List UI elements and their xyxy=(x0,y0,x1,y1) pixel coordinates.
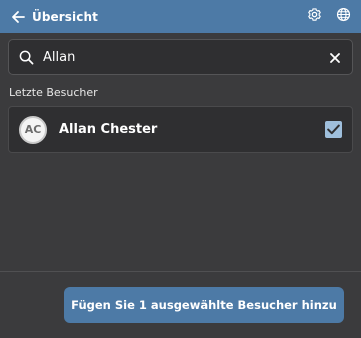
arrow-left-icon xyxy=(11,10,25,24)
close-icon xyxy=(330,48,340,67)
clear-search-button[interactable] xyxy=(328,50,342,64)
footer-divider xyxy=(0,271,361,272)
header-actions xyxy=(306,7,351,26)
visitor-select-checkbox[interactable] xyxy=(325,121,342,138)
search-field[interactable] xyxy=(8,39,353,75)
visitor-name: Allan Chester xyxy=(59,122,158,137)
recent-visitors-heading: Letzte Besucher xyxy=(9,86,98,99)
visitor-list-item[interactable]: AC Allan Chester xyxy=(8,106,353,153)
search-input[interactable] xyxy=(43,47,328,67)
visitor-picker-panel: Übersicht Allan Letzte Besucher AC Allan… xyxy=(0,0,361,338)
back-button-label: Übersicht xyxy=(32,9,98,24)
language-button[interactable] xyxy=(335,7,351,26)
header-bar: Übersicht xyxy=(0,0,361,33)
globe-icon xyxy=(336,7,351,26)
checkmark-icon xyxy=(327,120,340,139)
add-selected-visitors-button[interactable]: Fügen Sie 1 ausgewählte Besucher hinzu xyxy=(64,287,344,323)
search-icon xyxy=(19,49,35,65)
settings-button[interactable] xyxy=(306,7,322,26)
avatar: AC xyxy=(19,115,47,144)
back-button[interactable]: Übersicht xyxy=(11,10,98,24)
gear-icon xyxy=(307,7,322,26)
